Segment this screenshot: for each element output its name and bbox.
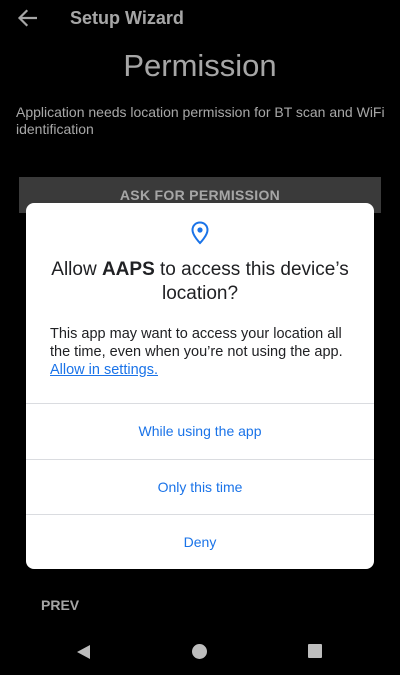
dialog-title-prefix: Allow xyxy=(51,259,102,280)
system-nav-bar xyxy=(0,635,400,675)
dialog-app-name: AAPS xyxy=(101,259,155,280)
screen: Setup Wizard Permission Application need… xyxy=(0,0,400,675)
location-permission-dialog: Allow AAPS to access this device’s locat… xyxy=(26,203,374,569)
dialog-title-suffix: to access this device’s location? xyxy=(154,259,349,304)
nav-recents-icon[interactable] xyxy=(308,644,322,658)
dialog-body: This app may want to access your locatio… xyxy=(50,325,352,379)
location-pin-icon xyxy=(191,221,209,245)
nav-back-icon[interactable] xyxy=(76,644,91,660)
dialog-body-text: This app may want to access your locatio… xyxy=(50,326,343,360)
deny-button[interactable]: Deny xyxy=(26,514,374,569)
nav-home-icon[interactable] xyxy=(192,644,207,659)
dialog-title: Allow AAPS to access this device’s locat… xyxy=(46,258,354,306)
only-this-time-button[interactable]: Only this time xyxy=(26,459,374,514)
while-using-app-button[interactable]: While using the app xyxy=(26,403,374,458)
allow-in-settings-link[interactable]: Allow in settings. xyxy=(50,362,158,378)
